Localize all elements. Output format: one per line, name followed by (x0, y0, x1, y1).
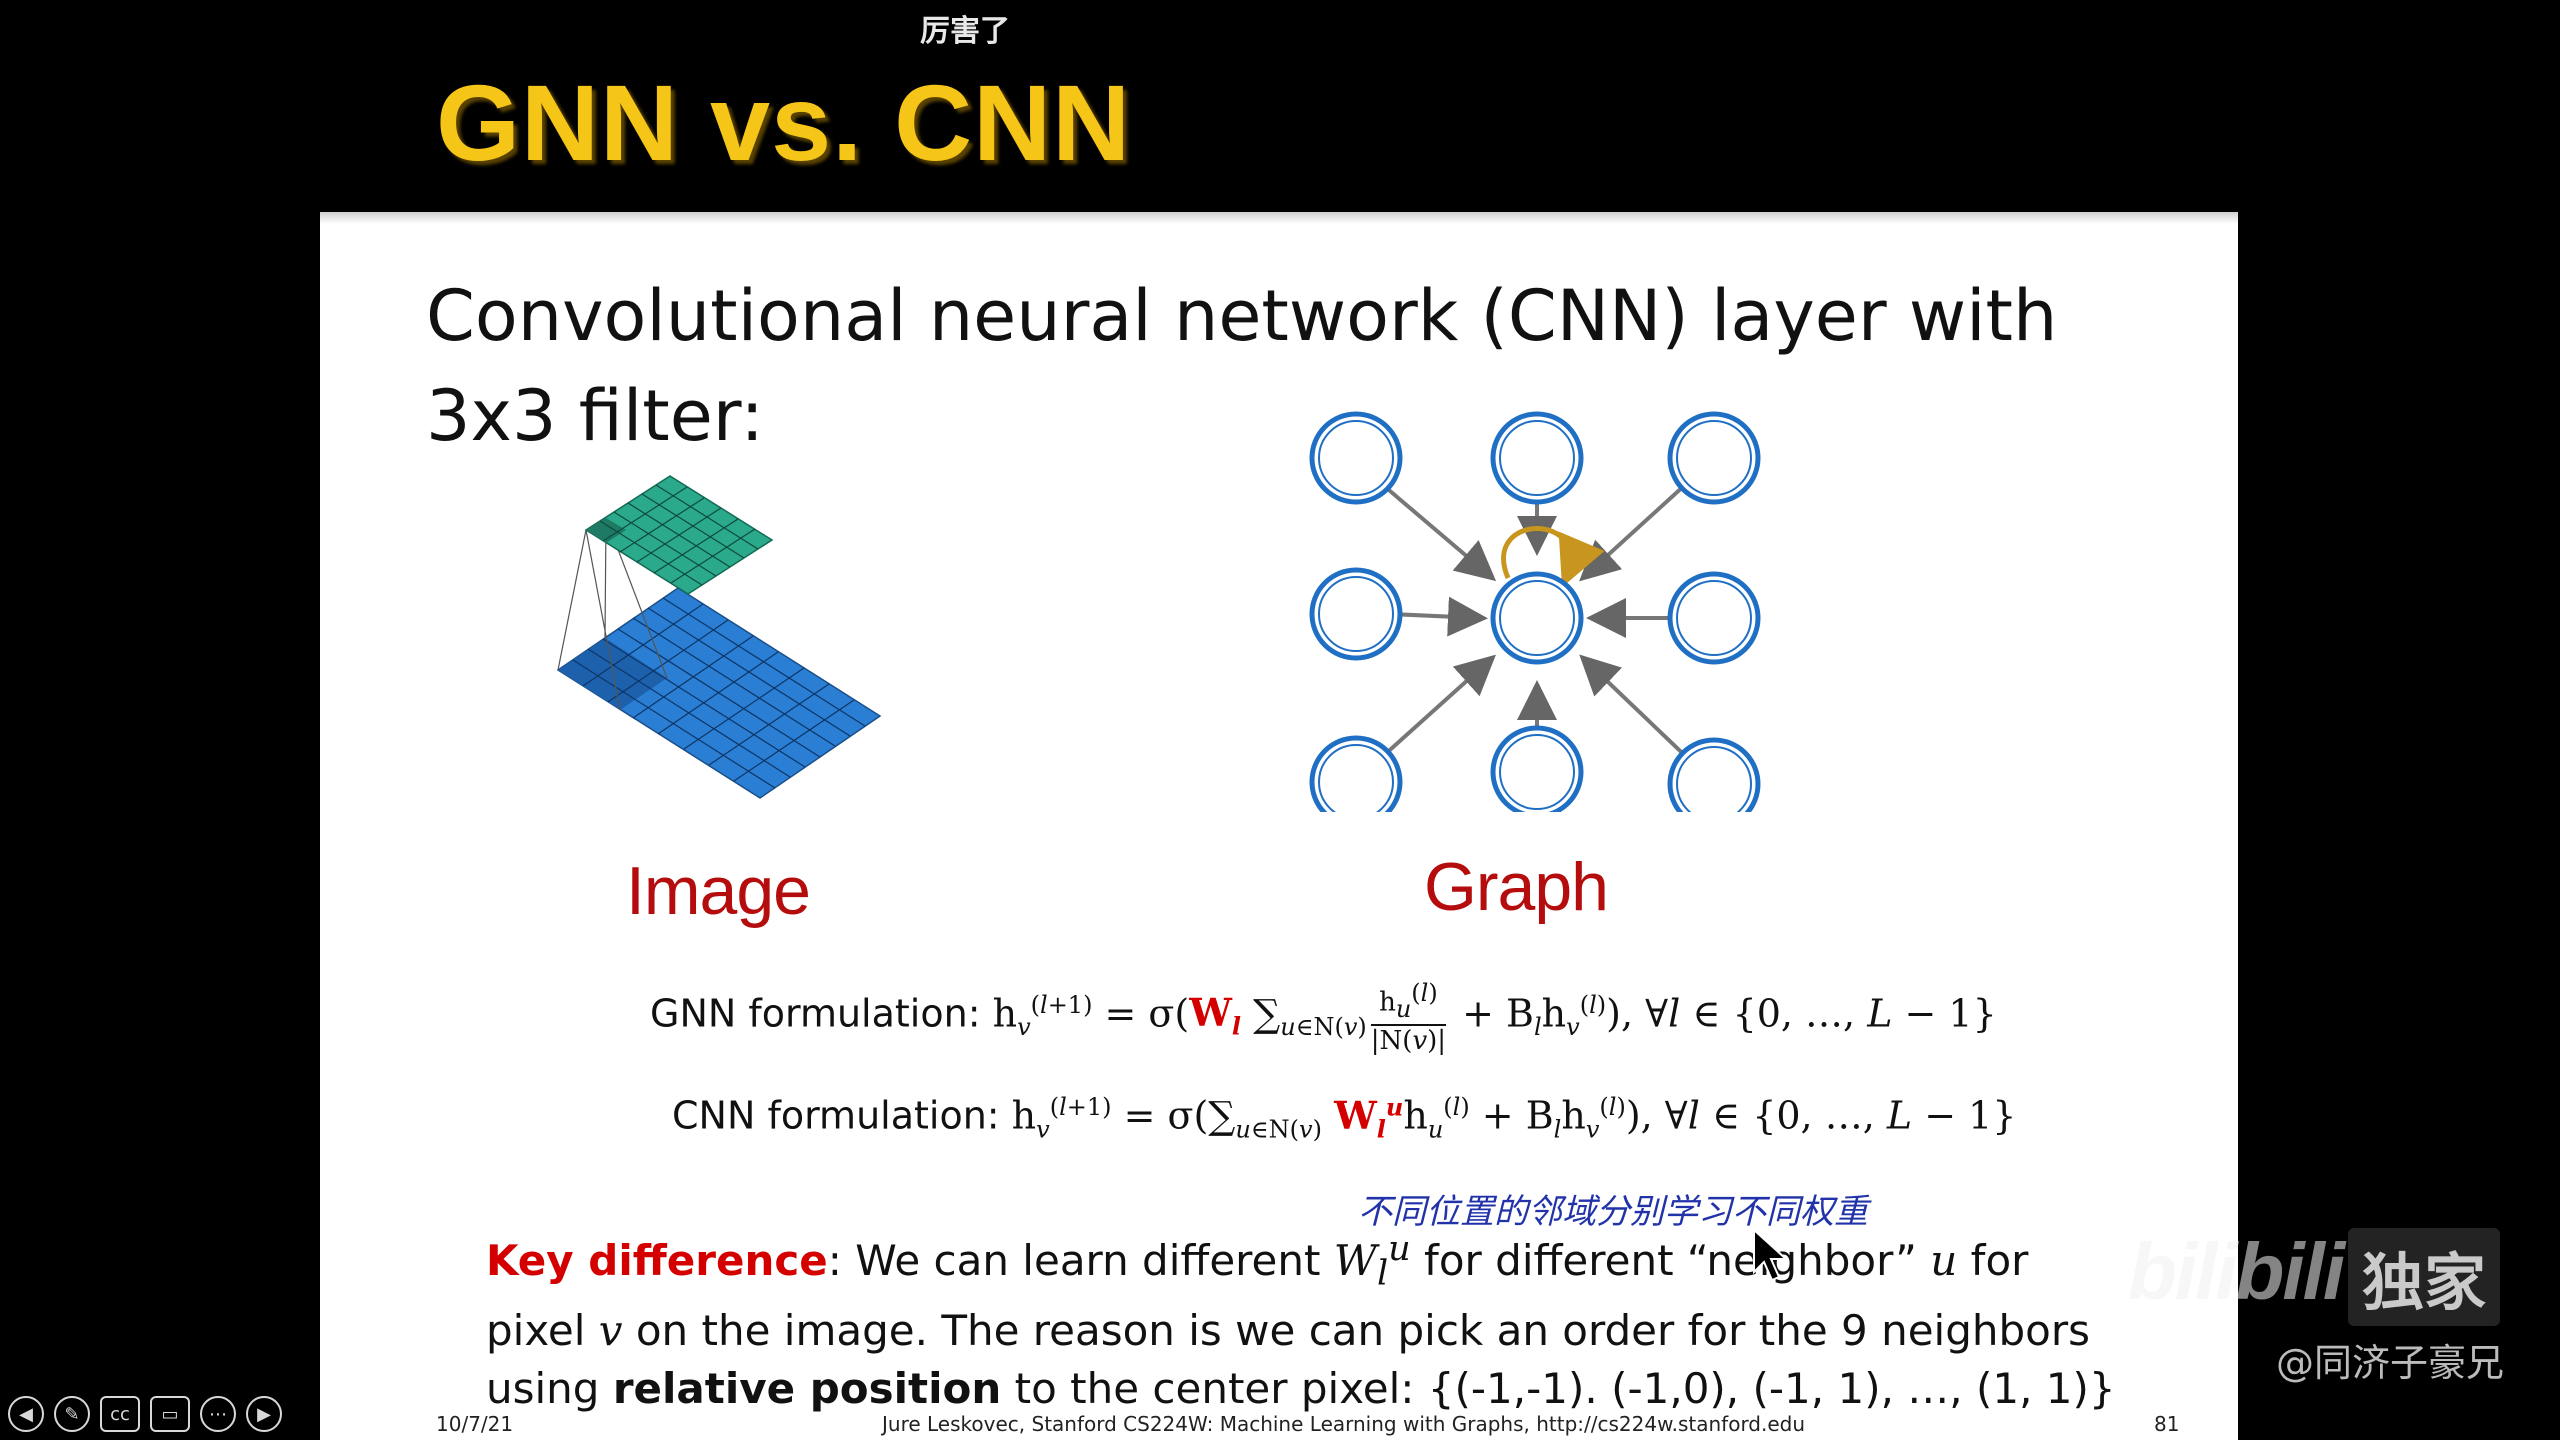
key-difference-text: Key difference: We can learn different W… (486, 1229, 2116, 1414)
slide-body: Convolutional neural network (CNN) layer… (320, 212, 2238, 1440)
cnn-formula: CNN formulation: hv(l+1) = σ(∑u∈N(v) Wlu… (672, 1092, 2017, 1144)
headline-line-2: 3x3 filter: (426, 375, 764, 457)
image-label: Image (626, 853, 811, 929)
slide-top-border (320, 212, 2238, 224)
graph-nodes (1309, 411, 1761, 812)
footer-page-number: 81 (2154, 1412, 2180, 1436)
key-text-5: to the center pixel: {(-1,-1). (-1,0), (… (1001, 1364, 2116, 1414)
headline-line-1: Convolutional neural network (CNN) layer… (426, 275, 2058, 357)
danmaku-comment: 厉害了 (920, 14, 1010, 49)
cc-icon[interactable]: cc (100, 1396, 140, 1432)
slide-headline: Convolutional neural network (CNN) layer… (426, 266, 2126, 466)
slide-title: GNN vs. CNN (436, 62, 1132, 183)
next-icon[interactable]: ▶ (246, 1396, 282, 1432)
feature-map-grid (584, 475, 774, 595)
bilibili-logo: bilibili (2128, 1227, 2345, 1316)
graph-label: Graph (1424, 849, 1609, 925)
footer-credit: Jure Leskovec, Stanford CS224W: Machine … (882, 1412, 1806, 1436)
pen-icon[interactable]: ✎ (54, 1396, 90, 1432)
gnn-formula: GNN formulation: hv(l+1) = σ(Wl ∑u∈N(v) h… (650, 979, 1997, 1056)
mouse-cursor-icon (1753, 1228, 1789, 1282)
key-text-1: : We can learn different (827, 1236, 1334, 1285)
presenter-controls: ◀ ✎ cc ▭ ⋯ ▶ (8, 1396, 282, 1432)
more-icon[interactable]: ⋯ (200, 1396, 236, 1432)
gnn-graph-illustration (1309, 411, 1761, 812)
key-difference-label: Key difference (486, 1236, 828, 1285)
image-grid (556, 587, 882, 799)
key-bold-relative-position: relative position (612, 1364, 1002, 1414)
uploader-watermark: @同济子豪兄 (2276, 1341, 2505, 1385)
prev-icon[interactable]: ◀ (8, 1396, 44, 1432)
cnn-filter-illustration (556, 475, 882, 799)
camera-off-icon[interactable]: ▭ (150, 1396, 190, 1432)
cnn-formula-label: CNN formulation: (672, 1093, 1012, 1138)
gnn-formula-label: GNN formulation: (650, 991, 993, 1036)
exclusive-tag: 独家 (2348, 1228, 2501, 1326)
key-text-2: for different “neighbor” (1410, 1236, 1931, 1285)
footer-date: 10/7/21 (436, 1412, 514, 1436)
